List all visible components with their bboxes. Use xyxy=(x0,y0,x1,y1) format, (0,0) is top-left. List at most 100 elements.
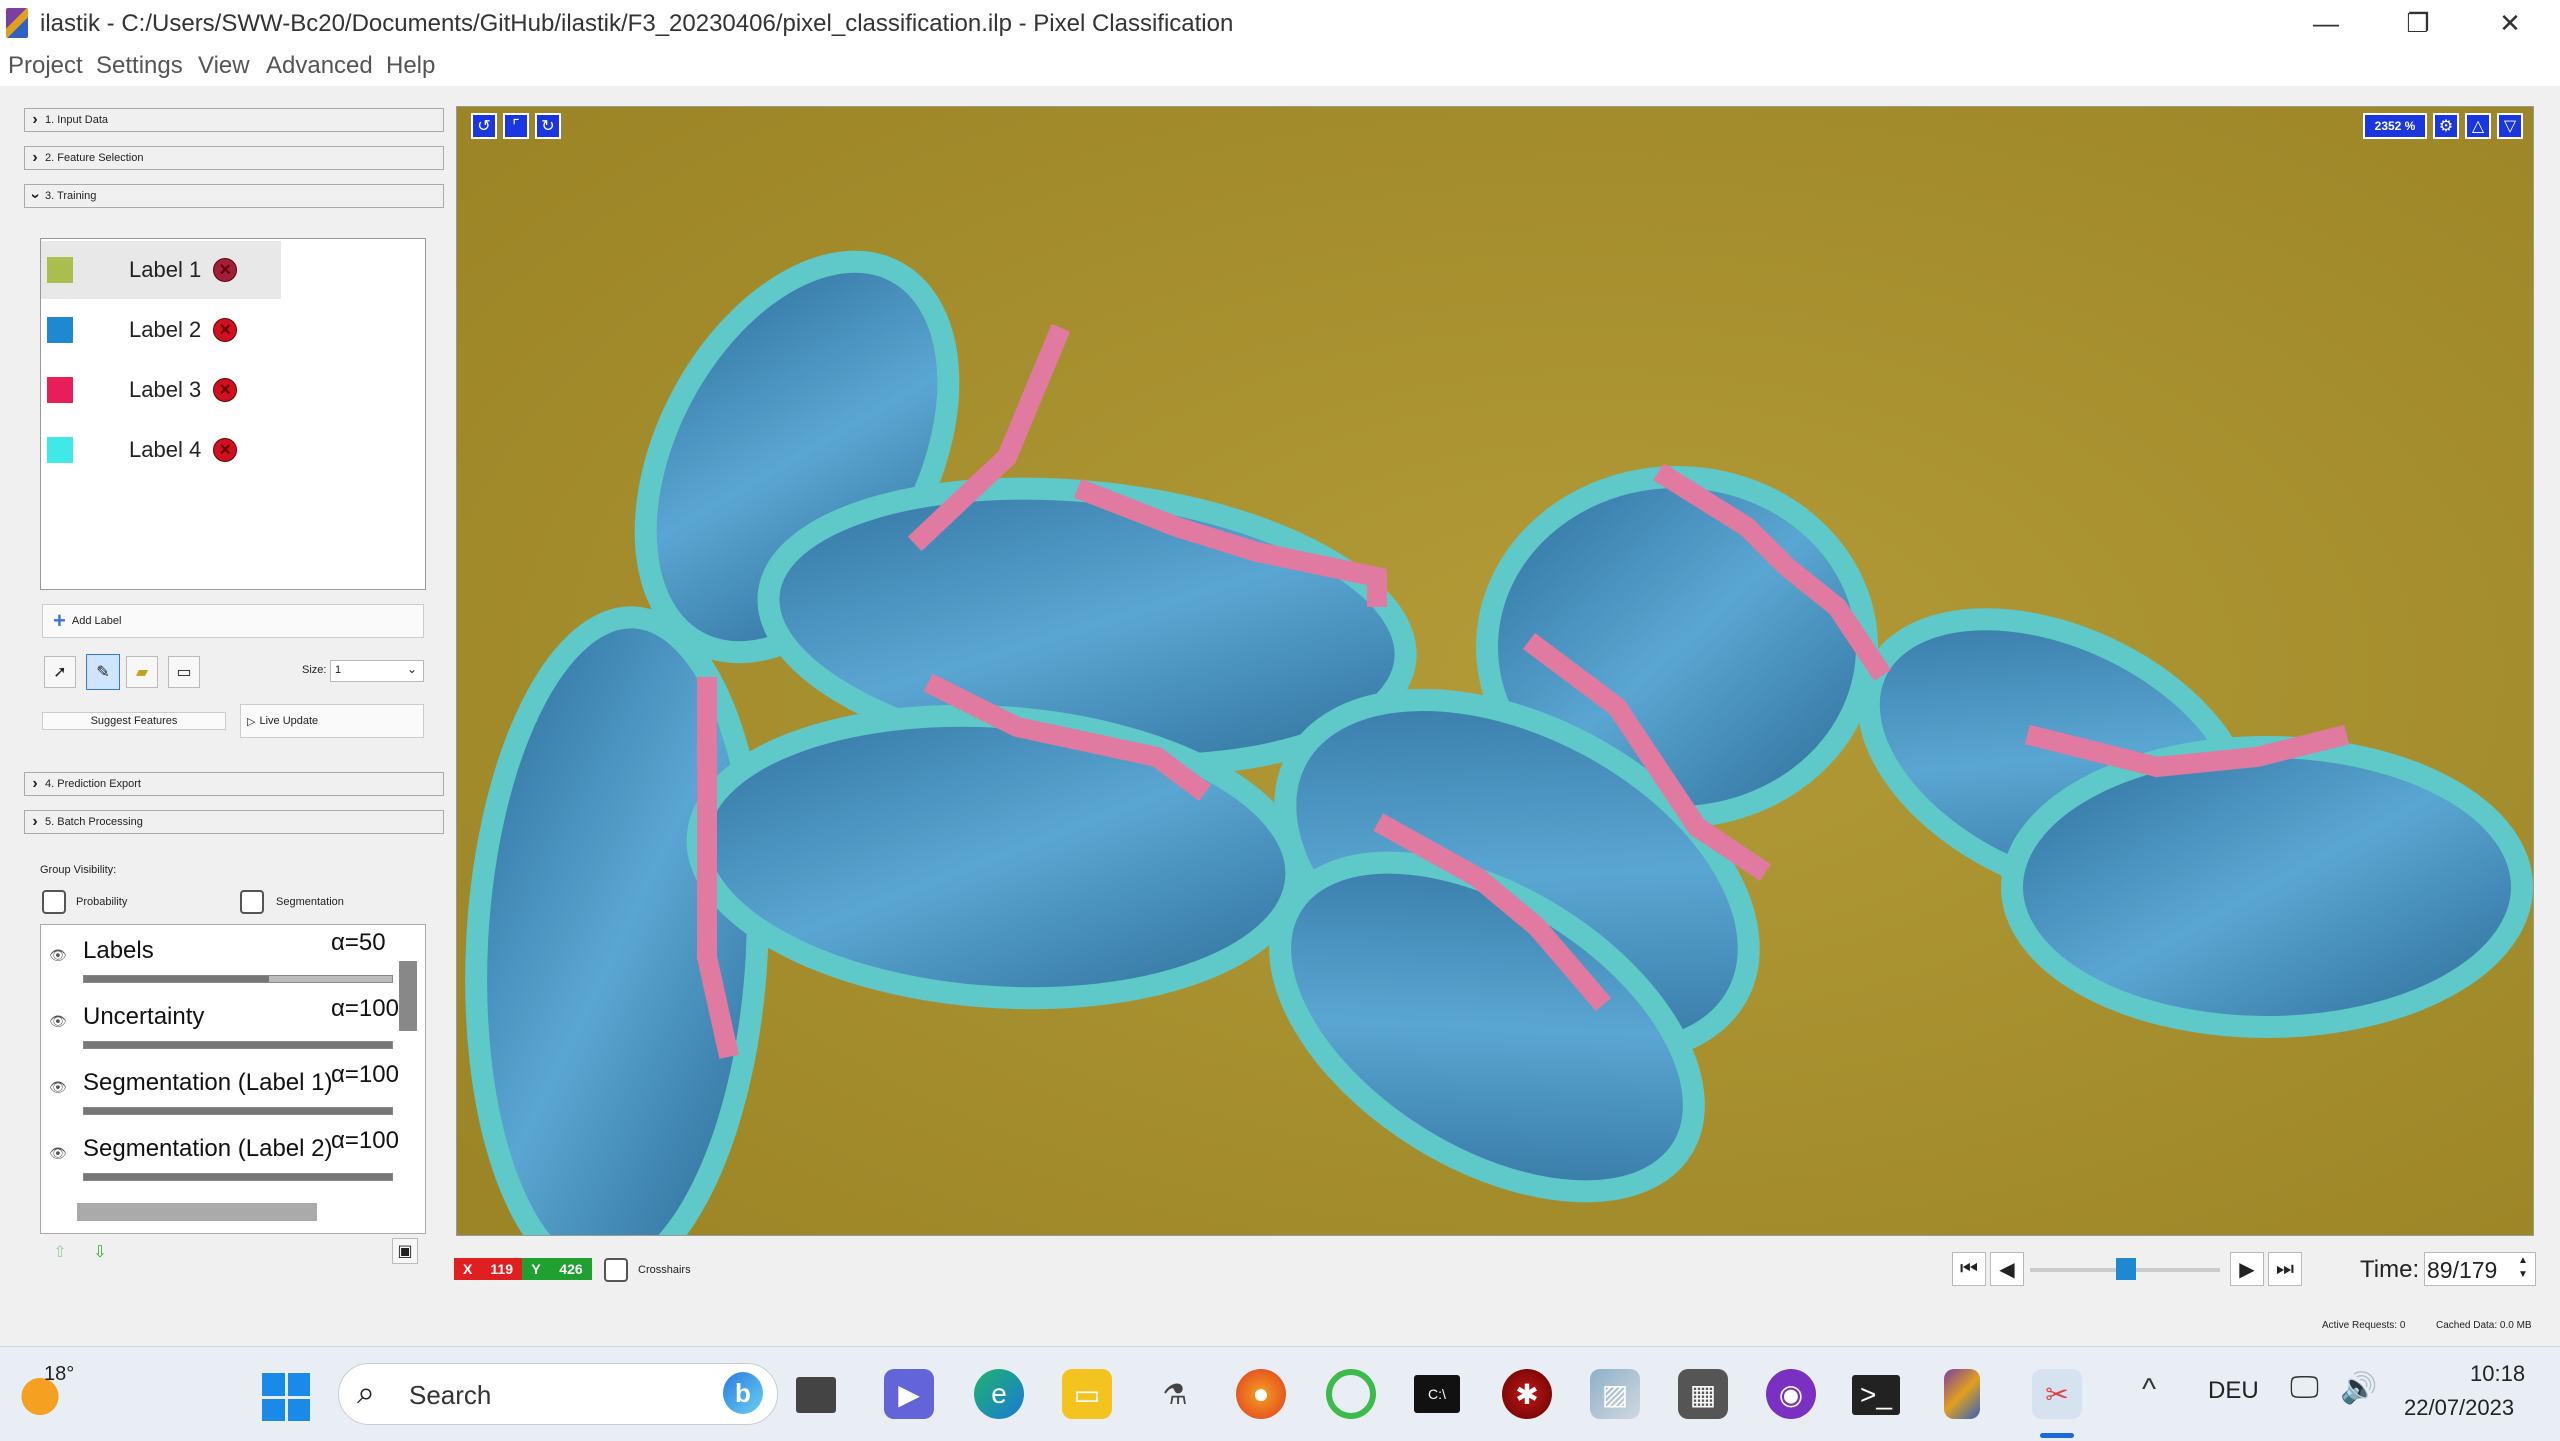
menu-help[interactable]: Help xyxy=(386,52,435,80)
probability-checkbox[interactable] xyxy=(42,890,66,914)
rotate-right-icon: ↻ xyxy=(541,118,555,135)
add-label-button[interactable]: + Add Label xyxy=(42,604,424,638)
delete-label-icon[interactable]: × xyxy=(213,438,238,462)
label-row-3[interactable]: Label 3 × xyxy=(41,361,281,419)
weather-temperature[interactable]: 18° xyxy=(44,1363,74,1386)
label-color-swatch[interactable] xyxy=(47,317,73,343)
chevron-up-icon[interactable]: ^ xyxy=(2142,1373,2156,1407)
crosshairs-checkbox[interactable] xyxy=(604,1258,628,1282)
label-row-2[interactable]: Label 2 × xyxy=(41,301,281,359)
ilastik-taskbar-icon[interactable] xyxy=(1944,1369,1980,1419)
live-update-button[interactable]: ▷ Live Update xyxy=(240,704,424,738)
eraser-tool-button[interactable]: ▰ xyxy=(126,656,158,688)
clock-time[interactable]: 10:18 xyxy=(2470,1361,2525,1387)
first-frame-button[interactable]: ⏮ xyxy=(1952,1252,1986,1286)
layer-segmentation-label-2[interactable]: 👁 Segmentation (Label 2) α=100 xyxy=(41,1123,401,1189)
zoom-level-badge[interactable]: 2352 % xyxy=(2363,113,2427,139)
viewer-settings-button[interactable]: ⚙ xyxy=(2433,113,2459,139)
applet-feature-selection[interactable]: › 2. Feature Selection xyxy=(24,146,444,170)
thresholding-tool-button[interactable]: ▭ xyxy=(168,656,200,688)
next-frame-button[interactable]: ▶ xyxy=(2230,1252,2264,1286)
label-row-4[interactable]: Label 4 × xyxy=(41,421,281,479)
applet-prediction-export[interactable]: › 4. Prediction Export xyxy=(24,772,444,796)
firefox-icon[interactable]: ● xyxy=(1236,1369,1286,1419)
edge-icon[interactable]: e xyxy=(974,1369,1024,1419)
bing-icon[interactable]: b xyxy=(723,1372,763,1414)
opacity-slider[interactable] xyxy=(83,1041,393,1049)
opacity-slider[interactable] xyxy=(83,975,393,983)
github-desktop-icon[interactable]: ◉ xyxy=(1766,1369,1816,1419)
menu-project[interactable]: Project xyxy=(8,52,83,80)
label-name[interactable]: Label 3 xyxy=(129,377,201,403)
applet-training[interactable]: › 3. Training xyxy=(24,184,444,208)
minimize-view-button[interactable]: ▽ xyxy=(2497,113,2523,139)
layer-labels[interactable]: 👁 Labels α=50 xyxy=(41,925,401,991)
move-layer-up-icon[interactable]: ⇧ xyxy=(44,1236,76,1268)
eye-icon[interactable]: 👁 xyxy=(49,1079,67,1096)
microscope-icon[interactable]: ⚗ xyxy=(1150,1369,1200,1419)
language-indicator[interactable]: DEU xyxy=(2208,1377,2259,1405)
teams-icon[interactable]: ▶ xyxy=(884,1369,934,1419)
rotate-left-icon: ↺ xyxy=(477,118,491,135)
layer-uncertainty[interactable]: 👁 Uncertainty α=100 xyxy=(41,991,401,1057)
suggest-features-button[interactable]: Suggest Features xyxy=(42,712,226,730)
rotate-left-button[interactable]: ↺ xyxy=(471,113,497,139)
search-input[interactable]: ⌕ Search b xyxy=(338,1363,778,1425)
label-color-swatch[interactable] xyxy=(47,437,73,463)
delete-label-icon[interactable]: × xyxy=(213,258,238,282)
layer-settings-icon[interactable]: ▣ xyxy=(392,1238,418,1264)
time-spinbox-arrows[interactable]: ▲ ▼ xyxy=(2514,1254,2532,1284)
minimize-button[interactable]: — xyxy=(2278,0,2374,46)
menu-view[interactable]: View xyxy=(198,52,250,80)
brush-tool-button[interactable]: ✎ xyxy=(86,654,120,690)
snipping-tool-icon[interactable]: ✂ xyxy=(2032,1369,2082,1419)
delete-label-icon[interactable]: × xyxy=(213,318,238,342)
segmentation-checkbox[interactable] xyxy=(240,890,264,914)
opacity-slider[interactable] xyxy=(83,1107,393,1115)
layer-list-hscrollbar[interactable] xyxy=(77,1203,317,1221)
refresh-app-icon[interactable] xyxy=(1326,1369,1376,1419)
label-name[interactable]: Label 2 xyxy=(129,317,201,343)
eye-icon[interactable]: 👁 xyxy=(49,1013,67,1030)
delete-label-icon[interactable]: × xyxy=(213,378,238,402)
maximize-button[interactable]: ❐ xyxy=(2370,0,2466,46)
label-color-swatch[interactable] xyxy=(47,257,73,283)
maximize-view-button[interactable]: △ xyxy=(2465,113,2491,139)
navigation-tool-button[interactable]: ➚ xyxy=(44,656,76,688)
image-canvas[interactable] xyxy=(457,107,2534,1236)
probability-label: Probability xyxy=(76,896,128,908)
terminal-icon[interactable]: >_ xyxy=(1852,1375,1900,1415)
start-icon[interactable] xyxy=(262,1373,310,1421)
clock-date[interactable]: 22/07/2023 xyxy=(2404,1395,2514,1421)
calculator-icon[interactable]: ▦ xyxy=(1678,1369,1728,1419)
volume-icon[interactable]: 🔊 xyxy=(2340,1371,2377,1406)
layer-list-vscrollbar[interactable] xyxy=(399,961,417,1031)
move-layer-down-icon[interactable]: ⇩ xyxy=(84,1236,116,1268)
applet-input-data[interactable]: › 1. Input Data xyxy=(24,108,444,132)
layer-segmentation-label-1[interactable]: 👁 Segmentation (Label 1) α=100 xyxy=(41,1057,401,1123)
last-frame-button[interactable]: ⏭ xyxy=(2268,1252,2302,1286)
time-slider-handle[interactable] xyxy=(2116,1258,2136,1280)
task-view-icon[interactable] xyxy=(796,1377,836,1413)
swap-axes-button[interactable]: ⌜ xyxy=(503,113,529,139)
file-explorer-icon[interactable]: ▭ xyxy=(1062,1369,1112,1419)
menu-settings[interactable]: Settings xyxy=(96,52,183,80)
label-row-1[interactable]: Label 1 × xyxy=(41,241,281,299)
eye-icon[interactable]: 👁 xyxy=(49,1145,67,1162)
image-viewer-icon[interactable]: ▨ xyxy=(1590,1369,1640,1419)
label-color-swatch[interactable] xyxy=(47,377,73,403)
previous-frame-button[interactable]: ◀ xyxy=(1990,1252,2024,1286)
label-name[interactable]: Label 4 xyxy=(129,437,201,463)
brush-size-select[interactable]: 1 ⌄ xyxy=(330,660,424,682)
close-button[interactable]: ✕ xyxy=(2462,0,2558,46)
opacity-slider[interactable] xyxy=(83,1173,393,1181)
label-name[interactable]: Label 1 xyxy=(129,257,201,283)
rotate-right-button[interactable]: ↻ xyxy=(535,113,561,139)
eye-icon[interactable]: 👁 xyxy=(49,947,67,964)
apple-app-icon[interactable]: ✱ xyxy=(1502,1369,1552,1419)
applet-batch-processing[interactable]: › 5. Batch Processing xyxy=(24,810,444,834)
menu-advanced[interactable]: Advanced xyxy=(266,52,373,80)
image-viewer[interactable]: ↺ ⌜ ↻ 2352 % ⚙ △ ▽ xyxy=(456,106,2534,1236)
network-icon[interactable]: 🖵 xyxy=(2290,1371,2319,1405)
command-prompt-icon[interactable]: C:\ xyxy=(1414,1375,1460,1413)
